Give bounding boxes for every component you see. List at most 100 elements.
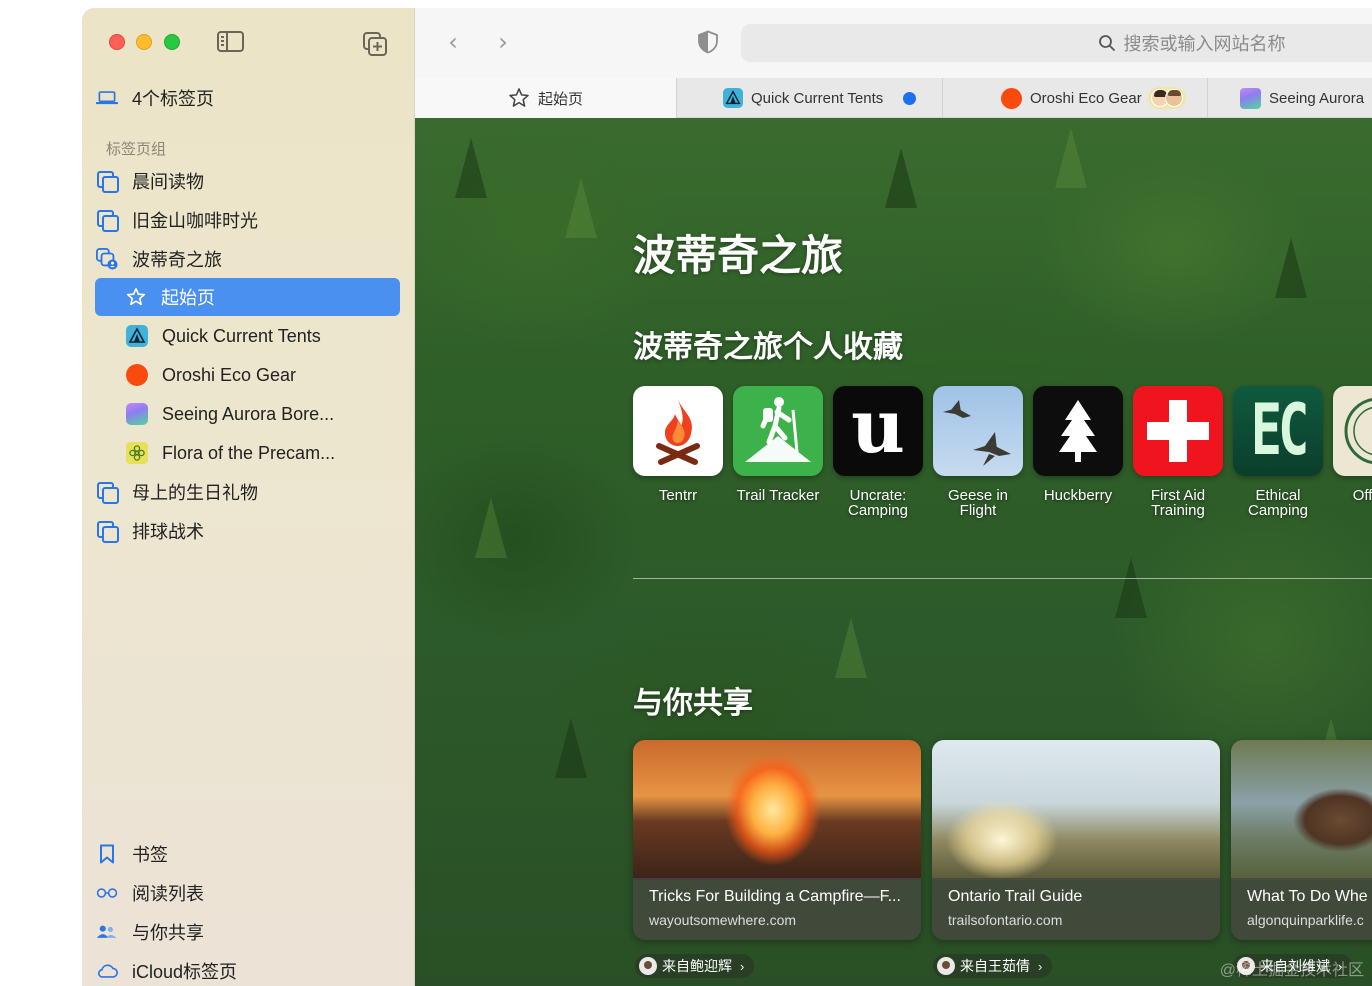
- card-title: What To Do Whe: [1247, 888, 1368, 905]
- compass-icon: [1333, 386, 1372, 476]
- sidebar-group-volleyball[interactable]: 排球战术: [96, 512, 401, 550]
- sidebar-group-morning-reading[interactable]: 晨间读物: [96, 162, 401, 200]
- shared-from-label: 来自王茹倩: [960, 958, 1030, 974]
- favorite-uncrate-camping[interactable]: u Uncrate: Camping: [833, 386, 923, 518]
- avatar: [639, 957, 657, 975]
- minimize-window-button[interactable]: [136, 34, 152, 50]
- favorite-trail-tracker[interactable]: Trail Tracker: [733, 386, 823, 503]
- tab-label: Quick Current Tents: [751, 89, 884, 107]
- background-tree: [565, 178, 597, 238]
- background-tree: [1055, 128, 1087, 188]
- tab-group-icon: [96, 170, 119, 193]
- zoom-window-button[interactable]: [164, 34, 180, 50]
- pine-tree-icon: [1033, 386, 1123, 476]
- tent-favicon: [723, 88, 743, 108]
- favorite-tentrr[interactable]: Tentrr: [633, 386, 723, 503]
- search-icon: [1098, 35, 1115, 51]
- privacy-shield-icon[interactable]: [697, 30, 719, 54]
- sidebar-tab-start-page[interactable]: 起始页: [95, 278, 400, 316]
- section-divider: [633, 578, 1372, 579]
- favorite-first-aid-training[interactable]: First Aid Training: [1133, 386, 1223, 518]
- letter-u-icon: u: [833, 386, 923, 476]
- sidebar-icloud-tabs[interactable]: iCloud标签页: [96, 952, 401, 986]
- favorite-ethical-camping[interactable]: EC Ethical Camping: [1233, 386, 1323, 518]
- sidebar-shared-with-you[interactable]: 与你共享: [96, 913, 401, 951]
- tab-start-page[interactable]: 起始页: [415, 78, 676, 118]
- favorite-name: First Aid Training: [1150, 487, 1206, 519]
- tab-label: 起始页: [537, 90, 583, 108]
- start-page-title: 波蒂奇之旅: [633, 232, 844, 279]
- sidebar-group-mom-birthday[interactable]: 母上的生日礼物: [96, 473, 401, 511]
- background-tree: [1115, 558, 1147, 618]
- tab-label: Oroshi Eco Gear: [1030, 89, 1142, 107]
- sidebar-bookmarks[interactable]: 书签: [96, 835, 401, 873]
- collaborator-dot-icon: [903, 91, 917, 105]
- address-bar[interactable]: 搜索或输入网站名称: [741, 24, 1372, 62]
- favorite-huckberry[interactable]: Huckberry: [1033, 386, 1123, 503]
- sidebar-tab-oroshi-eco-gear[interactable]: Oroshi Eco Gear: [96, 356, 401, 394]
- card-title: Ontario Trail Guide: [948, 888, 1083, 905]
- sidebar-item-label: Flora of the Precam...: [162, 442, 336, 463]
- tab-oroshi-eco-gear[interactable]: Oroshi Eco Gear: [942, 78, 1207, 118]
- close-window-button[interactable]: [109, 34, 125, 50]
- background-tree: [835, 618, 867, 678]
- sidebar-item-label: Oroshi Eco Gear: [162, 364, 297, 385]
- sidebar: 4个标签页 标签页组 晨间读物 旧金山咖啡时光 波蒂奇之旅 起始页 Quick …: [82, 8, 415, 986]
- favorites-heading: 波蒂奇之旅个人收藏: [633, 331, 903, 364]
- card-title: Tricks For Building a Campfire—F...: [649, 888, 901, 905]
- shared-with-you-heading: 与你共享: [633, 687, 753, 720]
- shared-card-algonquin[interactable]: What To Do Whe algonquinparklife.c: [1231, 740, 1372, 940]
- card-domain: wayoutsomewhere.com: [649, 912, 797, 928]
- sidebar-item-label: 与你共享: [132, 923, 204, 943]
- sidebar-toggle-icon[interactable]: [217, 31, 244, 52]
- sidebar-tabs-count[interactable]: 4个标签页: [96, 79, 401, 117]
- favorite-geese-in-flight[interactable]: Geese in Flight: [933, 386, 1023, 518]
- orange-circle-favicon: [1001, 87, 1022, 109]
- tent-favicon: [126, 325, 148, 347]
- campfire-icon: [633, 386, 723, 476]
- shared-people-icon: [96, 921, 118, 943]
- shared-from-label: 来自鲍迎辉: [662, 958, 732, 974]
- favorite-name: Trail Tracker: [736, 487, 820, 504]
- new-tab-group-icon[interactable]: [362, 31, 388, 57]
- sidebar-item-label: Seeing Aurora Bore...: [162, 403, 335, 424]
- tab-seeing-aurora[interactable]: Seeing Aurora: [1207, 78, 1372, 118]
- sidebar-item-label: 阅读列表: [132, 884, 204, 904]
- shared-card-campfire[interactable]: Tricks For Building a Campfire—F... wayo…: [633, 740, 921, 940]
- hikers-thumbnail: [932, 740, 1220, 880]
- watermark: @稀土掘金技术社区: [1219, 962, 1364, 979]
- sidebar-tab-seeing-aurora[interactable]: Seeing Aurora Bore...: [96, 395, 401, 433]
- red-cross-icon: [1133, 386, 1223, 476]
- hiker-icon: [733, 386, 823, 476]
- shared-from-badge[interactable]: 来自鲍迎辉 ›: [635, 954, 755, 978]
- star-icon: [125, 286, 147, 308]
- ec-logo-icon: EC: [1233, 386, 1323, 476]
- sidebar-reading-list[interactable]: 阅读列表: [96, 874, 401, 912]
- star-icon: [509, 88, 529, 107]
- background-tree: [455, 138, 487, 198]
- tab-bar: 起始页 Quick Current Tents Oroshi Eco Gear …: [415, 78, 1372, 118]
- sidebar-group-sf-coffee[interactable]: 旧金山咖啡时光: [96, 201, 401, 239]
- moose-thumbnail: [1231, 740, 1372, 880]
- sidebar-item-label: 波蒂奇之旅: [132, 250, 222, 270]
- cloud-icon: [96, 960, 118, 982]
- shared-tab-group-icon: [96, 248, 118, 270]
- sidebar-group-portage-trip[interactable]: 波蒂奇之旅: [96, 240, 401, 278]
- shared-card-ontario-trail[interactable]: Ontario Trail Guide trailsofontario.com: [932, 740, 1220, 940]
- forward-chevron-icon[interactable]: ›: [493, 29, 513, 55]
- card-info: Tricks For Building a Campfire—F... wayo…: [633, 878, 921, 940]
- shared-from-badge[interactable]: 来自王茹倩 ›: [933, 954, 1053, 978]
- favorite-off-rev[interactable]: Off Rev: [1333, 386, 1372, 503]
- aurora-favicon: [126, 403, 148, 425]
- tab-label: Seeing Aurora: [1269, 89, 1365, 107]
- tab-quick-current-tents[interactable]: Quick Current Tents: [676, 78, 942, 118]
- campfire-thumbnail: [633, 740, 921, 880]
- sidebar-item-label: iCloud标签页: [132, 962, 238, 982]
- sidebar-tab-flora-precambrian[interactable]: Flora of the Precam...: [96, 434, 401, 472]
- geese-icon: [933, 386, 1023, 476]
- card-domain: trailsofontario.com: [948, 912, 1063, 928]
- back-chevron-icon[interactable]: ‹: [443, 29, 463, 55]
- sidebar-item-label: 旧金山咖啡时光: [132, 211, 258, 231]
- sidebar-tab-quick-current-tents[interactable]: Quick Current Tents: [96, 317, 401, 355]
- orange-circle-favicon: [126, 364, 148, 386]
